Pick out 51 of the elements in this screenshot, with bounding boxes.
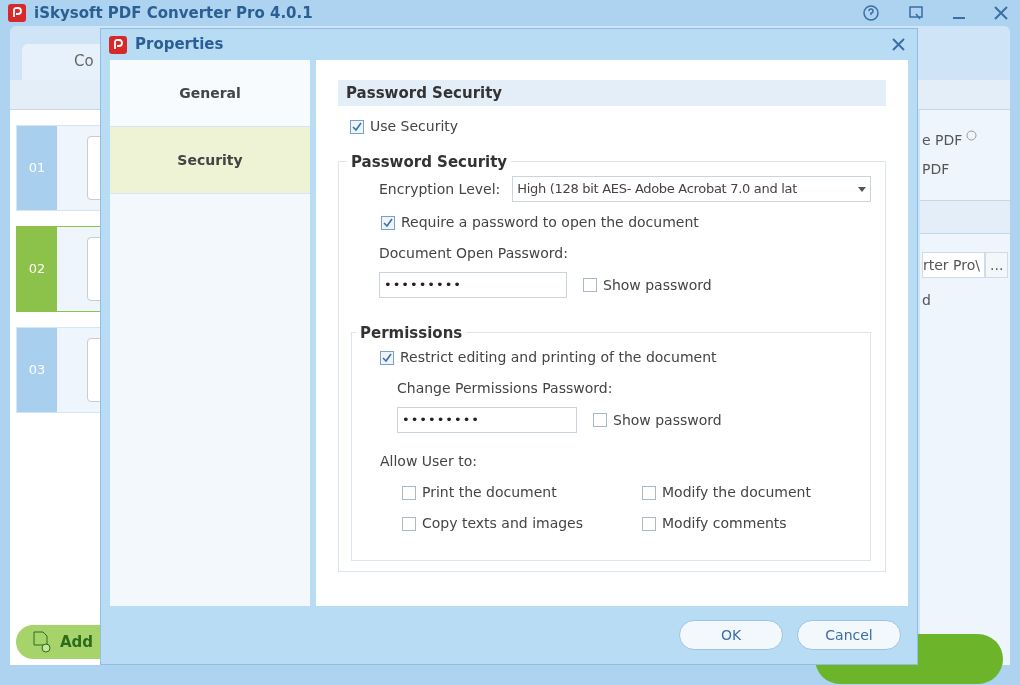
item-number: 03 — [28, 361, 46, 380]
check-icon — [352, 121, 362, 132]
password-field[interactable]: ••••••••• — [379, 272, 567, 298]
checkbox-label: Print the document — [422, 483, 557, 502]
encryption-dropdown[interactable]: High (128 bit AES- Adobe Acrobat 7.0 and lat — [512, 176, 871, 202]
checkbox[interactable] — [381, 215, 395, 230]
checkbox-label: Modify comments — [662, 514, 787, 533]
checkbox[interactable] — [642, 485, 656, 500]
feedback-icon[interactable] — [908, 5, 924, 21]
nav-tab[interactable]: Security — [110, 127, 310, 194]
checkbox-label: Modify the document — [662, 483, 811, 502]
field-label: Allow User to: — [380, 452, 477, 471]
checkbox-label: Show password — [603, 275, 712, 295]
checkbox-label: Copy texts and images — [422, 514, 584, 533]
checkbox[interactable] — [583, 278, 597, 292]
app-logo-icon — [8, 4, 26, 22]
field-label: Change Permissions Password: — [397, 379, 613, 398]
close-icon[interactable] — [994, 6, 1008, 20]
password-field[interactable]: ••••••••• — [397, 407, 577, 433]
checkbox-label: Require a password to open the document — [401, 213, 699, 232]
checkbox[interactable] — [402, 485, 416, 500]
checkbox[interactable] — [402, 516, 416, 531]
item-number: 02 — [28, 260, 46, 279]
nav-tab[interactable]: General — [110, 60, 310, 127]
path-note: d — [922, 291, 932, 310]
help-icon[interactable] — [862, 4, 880, 22]
option-label: PDF — [922, 160, 951, 179]
option-label: e PDF — [922, 131, 963, 150]
check-icon — [383, 217, 393, 228]
checkbox-label: Use Security — [370, 117, 459, 136]
item-number: 01 — [28, 159, 46, 178]
field-label: Encryption Level: — [379, 179, 501, 199]
browse-button[interactable]: ... — [985, 252, 1009, 278]
checkbox[interactable] — [380, 350, 394, 365]
dialog-button[interactable]: Cancel — [797, 620, 901, 650]
window-title: iSkysoft PDF Converter Pro 4.0.1 — [34, 2, 313, 24]
app-logo-icon — [109, 35, 127, 54]
checkbox[interactable] — [593, 413, 607, 427]
checkbox-label: Show password — [613, 410, 722, 430]
info-icon — [966, 130, 978, 141]
path-field[interactable]: rter Pro\ — [922, 252, 985, 278]
caret-icon — [858, 186, 866, 192]
close-icon[interactable] — [892, 38, 905, 51]
section-header: Password Security — [338, 80, 886, 106]
dialog-button[interactable]: OK — [679, 620, 783, 650]
checkbox[interactable] — [350, 119, 364, 134]
add-file-icon — [32, 631, 52, 653]
checkbox[interactable] — [642, 516, 656, 531]
checkbox-label: Restrict editing and printing of the document — [400, 348, 717, 367]
check-icon — [382, 352, 392, 363]
field-label: Document Open Password: — [379, 244, 568, 263]
